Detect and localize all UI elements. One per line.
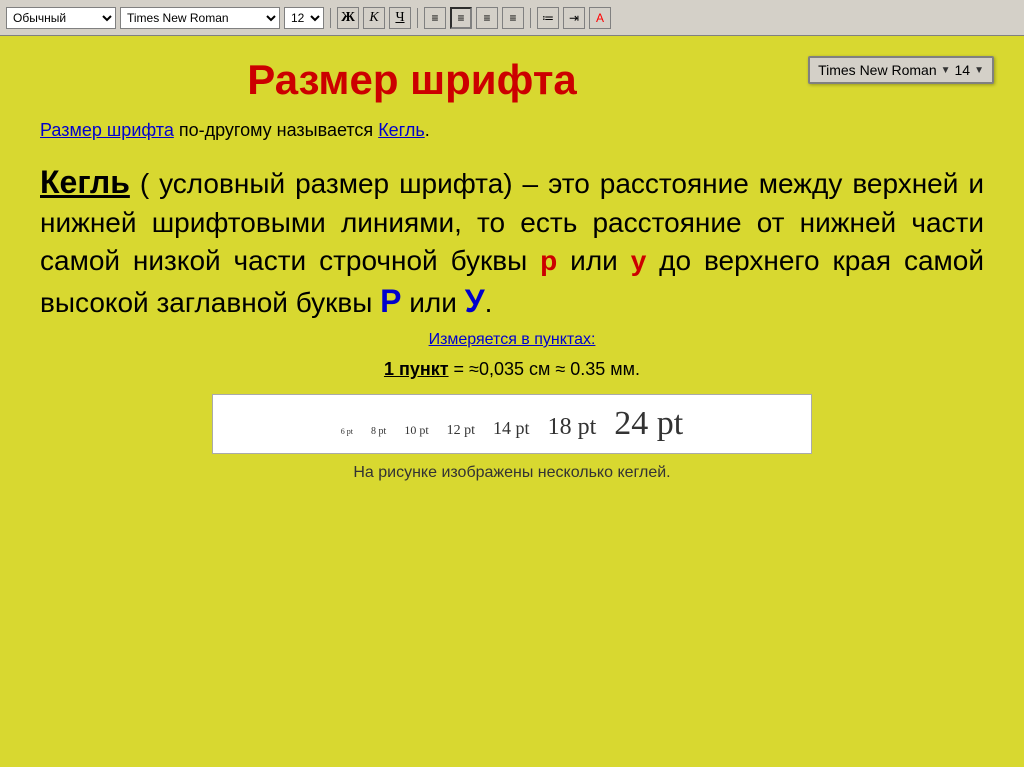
letter-big-p: Р — [380, 283, 401, 319]
size-10pt: 10 pt — [404, 423, 428, 438]
separator-1 — [330, 8, 331, 28]
def-or: или — [402, 287, 465, 318]
font-select[interactable]: Times New Roman — [120, 7, 280, 29]
def-middle: или — [557, 245, 630, 276]
caption: На рисунке изображены несколько кеглей. — [40, 464, 984, 482]
point-term: 1 пункт — [384, 359, 449, 379]
size-6pt: 6 pt — [341, 427, 353, 436]
size-18pt: 18 pt — [548, 414, 597, 441]
measurement-note: Измеряется в пунктах: — [40, 331, 984, 349]
size-select[interactable]: 12 — [284, 7, 324, 29]
size-dropdown-arrow[interactable]: ▼ — [974, 65, 984, 76]
point-def-text: = ≈0,035 см ≈ 0.35 мм. — [449, 359, 640, 379]
subtitle-link-2[interactable]: Кегль — [378, 120, 425, 140]
size-24pt: 24 pt — [614, 405, 683, 443]
main-paragraph: Кегль ( условный размер шрифта) – это ра… — [40, 161, 984, 323]
size-demo-box: 6 pt 8 pt 10 pt 12 pt 14 pt 18 pt 24 pt — [212, 394, 812, 454]
subtitle-text: по-другому называется — [174, 120, 378, 140]
separator-2 — [417, 8, 418, 28]
point-definition: 1 пункт = ≈0,035 см ≈ 0.35 мм. — [40, 359, 984, 380]
letter-y: у — [631, 245, 647, 276]
italic-button[interactable]: К — [363, 7, 385, 29]
def-period: . — [485, 287, 493, 318]
align-center-button[interactable]: ≡ — [450, 7, 472, 29]
font-display-box: Times New Roman ▼ 14 ▼ — [808, 56, 994, 84]
content-area: Times New Roman ▼ 14 ▼ Размер шрифта Раз… — [0, 36, 1024, 767]
term-kegel: Кегль — [40, 164, 130, 200]
size-8pt: 8 pt — [371, 426, 386, 437]
size-12pt: 12 pt — [447, 423, 475, 439]
toolbar: Обычный Times New Roman 12 Ж К Ч ≡ ≡ ≡ ≡… — [0, 0, 1024, 36]
font-display-size: 14 — [955, 62, 971, 78]
font-dropdown-arrow[interactable]: ▼ — [941, 65, 951, 76]
letter-p: р — [540, 245, 557, 276]
bold-button[interactable]: Ж — [337, 7, 359, 29]
font-display-name: Times New Roman — [818, 62, 937, 78]
subtitle-line: Размер шрифта по-другому называется Кегл… — [40, 120, 984, 141]
underline-button[interactable]: Ч — [389, 7, 411, 29]
subtitle-period: . — [425, 120, 430, 140]
letter-big-y: У — [465, 283, 485, 319]
align-left-button[interactable]: ≡ — [424, 7, 446, 29]
size-14pt: 14 pt — [493, 418, 530, 439]
align-justify-button[interactable]: ≡ — [502, 7, 524, 29]
style-select[interactable]: Обычный — [6, 7, 116, 29]
separator-3 — [530, 8, 531, 28]
indent-button[interactable]: ⇥ — [563, 7, 585, 29]
color-button[interactable]: A — [589, 7, 611, 29]
list-button[interactable]: ≔ — [537, 7, 559, 29]
subtitle-link-1[interactable]: Размер шрифта — [40, 120, 174, 140]
align-right-button[interactable]: ≡ — [476, 7, 498, 29]
